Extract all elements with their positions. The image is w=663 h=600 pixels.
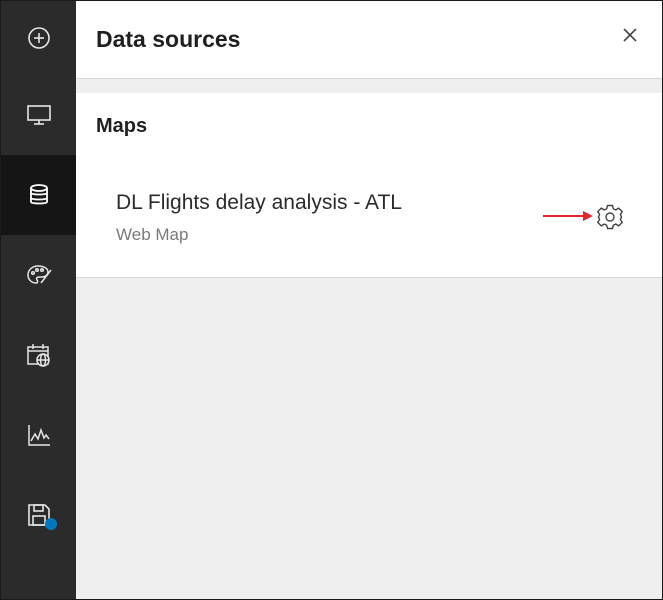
rail-item-page[interactable]: [1, 75, 76, 155]
rail-item-charts[interactable]: [1, 395, 76, 475]
panel-title: Data sources: [96, 26, 241, 52]
maps-section: Maps DL Flights delay analysis - ATL Web…: [76, 93, 662, 278]
close-icon[interactable]: [620, 25, 640, 45]
rail-item-save[interactable]: [1, 475, 76, 555]
data-source-name: DL Flights delay analysis - ATL: [116, 191, 402, 214]
unsaved-badge: [45, 518, 57, 530]
palette-icon: [26, 265, 52, 284]
data-source-item[interactable]: DL Flights delay analysis - ATL Web Map: [96, 173, 642, 253]
monitor-icon: [26, 105, 51, 125]
rail-item-add[interactable]: [1, 1, 76, 75]
data-source-type: Web Map: [116, 225, 189, 244]
panel-header: Data sources: [76, 1, 662, 79]
section-spacer: [76, 79, 662, 93]
chart-line-icon: [27, 425, 50, 446]
gear-icon[interactable]: [596, 203, 624, 231]
calendar-globe-icon: [26, 344, 50, 367]
rail-item-widgets[interactable]: [1, 315, 76, 395]
side-rail: [1, 1, 76, 599]
rail-item-theme[interactable]: [1, 235, 76, 315]
data-sources-panel: Data sources Maps DL Flights delay analy…: [76, 1, 662, 599]
rail-item-data[interactable]: [1, 155, 76, 235]
section-title: Maps: [96, 115, 148, 137]
app-window: Data sources Maps DL Flights delay analy…: [0, 0, 663, 600]
add-circle-icon: [27, 27, 50, 49]
database-icon: [29, 184, 48, 205]
annotation-arrow: [543, 211, 593, 221]
